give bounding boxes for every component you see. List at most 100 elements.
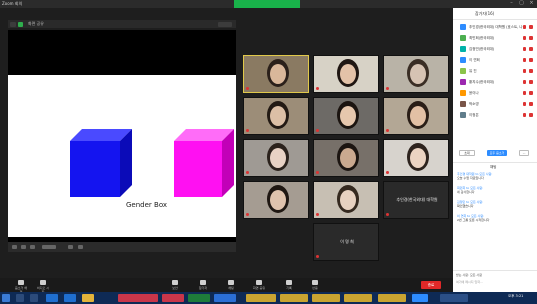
video-tile[interactable] xyxy=(243,181,309,219)
app-icon-1[interactable] xyxy=(46,294,58,302)
participant-row[interactable]: 추인경(한국외대) 대학원 (호스트, 나) xyxy=(453,22,537,33)
shared-screen-top-band xyxy=(8,30,236,70)
muted-mic-icon xyxy=(316,129,319,132)
close-icon[interactable]: × xyxy=(529,1,534,6)
annotation-tool-5[interactable] xyxy=(68,245,73,249)
app-icon-2[interactable] xyxy=(64,294,76,302)
video-tile[interactable] xyxy=(383,55,449,93)
video-off-icon xyxy=(529,91,533,95)
annotation-toolbar xyxy=(8,242,236,252)
maximize-icon[interactable]: ▢ xyxy=(519,1,524,6)
participant-row[interactable]: 김정민(한국외대) xyxy=(453,44,537,55)
toolbar-button[interactable]: 반응 xyxy=(308,279,322,291)
video-tile[interactable] xyxy=(383,139,449,177)
participant-row[interactable]: 이 연희 xyxy=(453,55,537,66)
participant-row[interactable]: 유 진 xyxy=(453,66,537,77)
toolbar-label: 보안 xyxy=(172,286,178,290)
start-icon[interactable] xyxy=(2,294,10,302)
participant-row[interactable]: 박소영 xyxy=(453,99,537,110)
title-bar: Zoom 회의 – ▢ × xyxy=(0,0,537,8)
participant-face xyxy=(340,64,356,84)
video-tile[interactable] xyxy=(243,97,309,135)
toolbar-button[interactable]: 음소거 해제 xyxy=(14,279,28,294)
annotation-tool-1[interactable] xyxy=(12,245,17,249)
muted-mic-icon xyxy=(316,171,319,174)
search-icon[interactable] xyxy=(16,294,24,302)
app-icon-3[interactable] xyxy=(82,294,94,302)
tray-icons[interactable] xyxy=(440,294,468,302)
participant-row[interactable]: 황지수(한국외대) xyxy=(453,77,537,88)
participant-face xyxy=(410,106,426,126)
toolbar-button[interactable]: 기록 xyxy=(282,279,296,291)
app-icon-8[interactable] xyxy=(246,294,276,302)
toolbar-icon xyxy=(312,280,318,285)
video-tile[interactable] xyxy=(243,139,309,177)
toolbar-button[interactable]: 참가자 xyxy=(196,279,210,291)
app-icon-6[interactable] xyxy=(188,294,210,302)
annotation-tool-4[interactable] xyxy=(42,245,56,249)
chat-message: 추인경 대학원 to 모든 사람: 오늘 수업 자료입니다 xyxy=(457,172,533,180)
video-tile[interactable] xyxy=(383,97,449,135)
app-icon-10[interactable] xyxy=(312,294,340,302)
chat-message: 이 연희 to 모든 사람: 2번 그룹 토론 시작합니다 xyxy=(457,214,533,222)
app-icon-11[interactable] xyxy=(344,294,372,302)
participant-row[interactable]: 최민희(한국외대) xyxy=(453,33,537,44)
muted-mic-icon xyxy=(246,87,249,90)
app-icon-9[interactable] xyxy=(280,294,308,302)
participant-name: 이 명 희 xyxy=(340,239,354,244)
muted-mic-icon xyxy=(316,87,319,90)
minimize-icon[interactable]: – xyxy=(509,1,514,6)
participant-face xyxy=(410,64,426,84)
participant-name: 박소영 xyxy=(469,102,479,106)
meeting-info-icon[interactable] xyxy=(10,22,16,27)
video-tile[interactable] xyxy=(313,97,379,135)
muted-mic-icon xyxy=(523,113,526,117)
gallery-view: 추인경(한국외대) 대학원이 명 희 xyxy=(243,55,451,261)
toolbar-button[interactable]: 화면 공유 xyxy=(252,279,266,291)
taskview-icon[interactable] xyxy=(30,294,38,302)
app-icon-7[interactable] xyxy=(214,294,236,302)
toolbar-label: 참가자 xyxy=(198,286,208,290)
invite-button[interactable]: 초대 xyxy=(459,150,475,156)
app-icon-4[interactable] xyxy=(118,294,158,302)
toolbar-icon xyxy=(286,280,292,285)
toolbar-button[interactable]: 보안 xyxy=(168,279,182,291)
participant-row[interactable]: 윤이나 xyxy=(453,88,537,99)
app-icon-5[interactable] xyxy=(162,294,184,302)
gender-box-label: Gender Box xyxy=(126,201,168,209)
app-icon-12[interactable] xyxy=(378,294,406,302)
participant-name: 추인경(한국외대) 대학원 xyxy=(396,197,438,202)
video-tile[interactable] xyxy=(313,55,379,93)
chat-message: 김정민 to 모든 사람: 확인했습니다 xyxy=(457,200,533,208)
participant-name: 유 진 xyxy=(469,69,477,73)
view-button[interactable] xyxy=(218,22,232,27)
participant-row[interactable]: 이정은 xyxy=(453,110,537,121)
sharing-status-bar[interactable] xyxy=(234,0,300,8)
chat-text: 확인했습니다 xyxy=(457,204,474,208)
toolbar-button[interactable]: 비디오 시작 xyxy=(36,279,50,294)
chat-recipient[interactable]: 받는 사람: 모든 사람 xyxy=(456,273,482,277)
participants-list: 추인경(한국외대) 대학원 (호스트, 나) 최민희(한국외대) 김정민(한국외대)… xyxy=(453,22,537,121)
toolbar-button[interactable]: 채팅 xyxy=(224,279,238,291)
encryption-icon xyxy=(18,22,23,27)
video-tile[interactable] xyxy=(243,55,309,93)
annotation-tool-6[interactable] xyxy=(78,245,83,249)
video-tile[interactable] xyxy=(313,181,379,219)
zoom-app-icon[interactable] xyxy=(412,294,428,302)
annotation-tool-3[interactable] xyxy=(30,245,35,249)
muted-mic-icon xyxy=(316,213,319,216)
video-tile[interactable]: 추인경(한국외대) 대학원 xyxy=(383,181,449,219)
more-button[interactable]: ... xyxy=(519,150,529,156)
side-panel: 참가자(16) 추인경(한국외대) 대학원 (호스트, 나) 최민희(한국외대) 김… xyxy=(453,8,537,292)
end-meeting-button[interactable]: 종료 xyxy=(421,281,441,289)
annotation-tool-2[interactable] xyxy=(21,245,26,249)
mute-all-button[interactable]: 모두 음소거 xyxy=(487,150,507,156)
avatar xyxy=(460,24,466,30)
video-tile[interactable]: 이 명 희 xyxy=(313,223,379,261)
avatar xyxy=(460,68,466,74)
toolbar-icon xyxy=(40,280,46,285)
chat-input[interactable]: 여기에 메시지 입력... xyxy=(456,280,483,284)
video-tile[interactable] xyxy=(313,139,379,177)
muted-mic-icon xyxy=(386,87,389,90)
meeting-toolbar: 종료 음소거 해제 비디오 시작 보안 참가자 채팅 화면 공유 기록 반응 xyxy=(0,278,453,294)
